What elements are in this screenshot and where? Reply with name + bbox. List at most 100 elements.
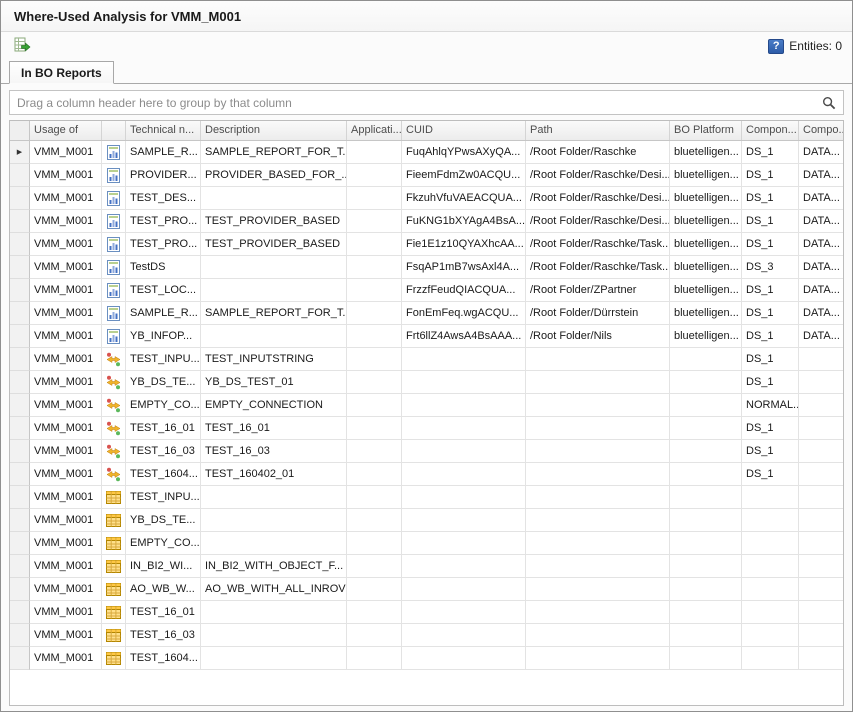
cell-application	[347, 624, 402, 647]
cell-platform: bluetelligen...	[670, 141, 742, 164]
cell-component: DS_1	[742, 371, 799, 394]
row-indicator	[10, 302, 30, 325]
cell-platform	[670, 417, 742, 440]
column-header-technical[interactable]: Technical n...	[126, 121, 201, 140]
help-icon[interactable]: ?	[768, 39, 784, 54]
table-row[interactable]: VMM_M001TEST_LOC...FrzzfFeudQIACQUA.../R…	[10, 279, 843, 302]
cell-description	[201, 601, 347, 624]
cell-component2	[799, 647, 843, 670]
table-row[interactable]: VMM_M001TEST_INPU...TEST_INPUTSTRINGDS_1	[10, 348, 843, 371]
cell-description: SAMPLE_REPORT_FOR_T...	[201, 141, 347, 164]
group-by-hint: Drag a column header here to group by th…	[17, 96, 292, 110]
table-row[interactable]: VMM_M001TEST_16_01	[10, 601, 843, 624]
column-header-icon[interactable]	[102, 121, 126, 140]
table-row[interactable]: VMM_M001TEST_PRO...TEST_PROVIDER_BASEDFi…	[10, 233, 843, 256]
table-row[interactable]: VMM_M001TEST_INPU...	[10, 486, 843, 509]
cell-component	[742, 624, 799, 647]
row-indicator	[10, 509, 30, 532]
column-header-description[interactable]: Description	[201, 121, 347, 140]
table-icon	[102, 532, 126, 555]
group-by-panel[interactable]: Drag a column header here to group by th…	[9, 90, 844, 115]
cell-path: /Root Folder/Dürrstein	[526, 302, 670, 325]
table-row[interactable]: VMM_M001TEST_16_03	[10, 624, 843, 647]
tab-in-bo-reports[interactable]: In BO Reports	[9, 61, 114, 84]
cell-component: DS_1	[742, 348, 799, 371]
cell-technical: EMPTY_CO...	[126, 532, 201, 555]
cell-description	[201, 187, 347, 210]
cell-usage: VMM_M001	[30, 164, 102, 187]
table-row[interactable]: VMM_M001TEST_DES...FkzuhVfuVAEACQUA.../R…	[10, 187, 843, 210]
cell-path: /Root Folder/Raschke/Task...	[526, 256, 670, 279]
cell-application	[347, 601, 402, 624]
cell-cuid: FuKNG1bXYAgA4BsA...	[402, 210, 526, 233]
row-indicator	[10, 624, 30, 647]
column-header-application[interactable]: Applicati...	[347, 121, 402, 140]
cell-technical: TEST_16_01	[126, 601, 201, 624]
cell-application	[347, 394, 402, 417]
cell-component2: DATA...	[799, 141, 843, 164]
row-indicator	[10, 233, 30, 256]
cell-path	[526, 647, 670, 670]
row-indicator	[10, 417, 30, 440]
cell-component2	[799, 578, 843, 601]
column-header-component[interactable]: Compon...	[742, 121, 799, 140]
cell-component2: DATA...	[799, 233, 843, 256]
table-row[interactable]: VMM_M001SAMPLE_R...SAMPLE_REPORT_FOR_T..…	[10, 302, 843, 325]
table-icon	[102, 555, 126, 578]
column-header-path[interactable]: Path	[526, 121, 670, 140]
table-row[interactable]: VMM_M001YB_DS_TE...	[10, 509, 843, 532]
table-row[interactable]: VMM_M001EMPTY_CO...	[10, 532, 843, 555]
cell-application	[347, 141, 402, 164]
row-indicator	[10, 210, 30, 233]
column-header-platform[interactable]: BO Platform	[670, 121, 742, 140]
table-row[interactable]: VMM_M001YB_INFOP...Frt6llZ4AwsA4BsAAA...…	[10, 325, 843, 348]
search-icon[interactable]	[822, 96, 836, 110]
table-icon	[102, 647, 126, 670]
table-row[interactable]: VMM_M001PROVIDER...PROVIDER_BASED_FOR_..…	[10, 164, 843, 187]
cell-component2	[799, 555, 843, 578]
row-indicator	[10, 532, 30, 555]
toolbar: ? Entities: 0	[1, 32, 852, 60]
connection-icon	[102, 440, 126, 463]
cell-technical: YB_INFOP...	[126, 325, 201, 348]
report-icon	[102, 187, 126, 210]
column-header-component2[interactable]: Compo...	[799, 121, 844, 140]
cell-technical: YB_DS_TE...	[126, 509, 201, 532]
table-row[interactable]: VMM_M001TEST_16_03TEST_16_03DS_1	[10, 440, 843, 463]
cell-description	[201, 647, 347, 670]
report-icon	[102, 210, 126, 233]
table-row[interactable]: ▶VMM_M001SAMPLE_R...SAMPLE_REPORT_FOR_T.…	[10, 141, 843, 164]
cell-usage: VMM_M001	[30, 624, 102, 647]
table-row[interactable]: VMM_M001IN_BI2_WI...IN_BI2_WITH_OBJECT_F…	[10, 555, 843, 578]
cell-path	[526, 578, 670, 601]
cell-component2: DATA...	[799, 210, 843, 233]
cell-component: DS_1	[742, 279, 799, 302]
cell-description	[201, 624, 347, 647]
export-to-excel-button[interactable]	[11, 35, 33, 57]
column-header-cuid[interactable]: CUID	[402, 121, 526, 140]
report-icon	[102, 233, 126, 256]
table-row[interactable]: VMM_M001TEST_1604...	[10, 647, 843, 670]
cell-component: NORMAL...	[742, 394, 799, 417]
table-row[interactable]: VMM_M001TEST_PRO...TEST_PROVIDER_BASEDFu…	[10, 210, 843, 233]
table-row[interactable]: VMM_M001AO_WB_W...AO_WB_WITH_ALL_INROV	[10, 578, 843, 601]
report-icon	[102, 141, 126, 164]
cell-description: SAMPLE_REPORT_FOR_T...	[201, 302, 347, 325]
cell-technical: TEST_PRO...	[126, 210, 201, 233]
table-row[interactable]: VMM_M001YB_DS_TE...YB_DS_TEST_01DS_1	[10, 371, 843, 394]
table-row[interactable]: VMM_M001TestDSFsqAP1mB7wsAxl4A.../Root F…	[10, 256, 843, 279]
table-row[interactable]: VMM_M001EMPTY_CO...EMPTY_CONNECTIONNORMA…	[10, 394, 843, 417]
column-header-usage[interactable]: Usage of	[30, 121, 102, 140]
table-row[interactable]: VMM_M001TEST_16_01TEST_16_01DS_1	[10, 417, 843, 440]
cell-application	[347, 463, 402, 486]
cell-application	[347, 164, 402, 187]
table-row[interactable]: VMM_M001TEST_1604...TEST_160402_01DS_1	[10, 463, 843, 486]
cell-cuid	[402, 440, 526, 463]
cell-description	[201, 325, 347, 348]
cell-usage: VMM_M001	[30, 325, 102, 348]
cell-path	[526, 440, 670, 463]
cell-application	[347, 417, 402, 440]
cell-component	[742, 509, 799, 532]
cell-component2	[799, 532, 843, 555]
grid-header-row: Usage of Technical n...DescriptionApplica…	[10, 121, 843, 141]
